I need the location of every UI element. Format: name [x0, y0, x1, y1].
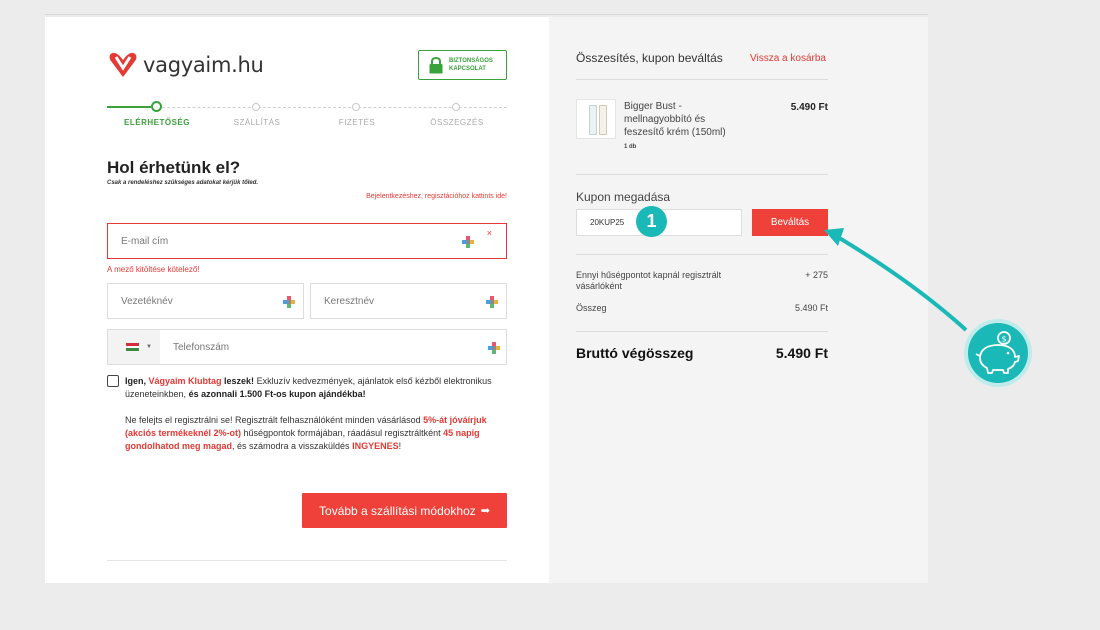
contact-panel: vagyaim.hu BIZTONSÁGOS KAPCSOLAT ELÉRHET…	[45, 17, 549, 583]
annotation-arrow-icon	[824, 228, 968, 332]
email-error-message: A mező kitöltése kötelező!	[107, 265, 200, 274]
logo[interactable]: vagyaim.hu	[107, 51, 264, 79]
svg-text:$: $	[1001, 335, 1006, 344]
lock-icon	[429, 56, 443, 73]
product-image[interactable]	[576, 99, 616, 139]
email-input[interactable]	[108, 224, 506, 258]
page-subtitle: Csak a rendeléshez szükséges adatokat ké…	[107, 180, 259, 186]
club-member-checkbox[interactable]	[107, 375, 119, 387]
divider	[576, 79, 828, 80]
step-number-badge: 1	[636, 206, 667, 237]
autofill-icon[interactable]	[488, 342, 500, 354]
firstname-input[interactable]	[311, 284, 506, 318]
phone-field: ▼	[107, 329, 507, 365]
product-price: 5.490 Ft	[790, 102, 828, 113]
page-title: Hol érhetünk el?	[107, 158, 241, 177]
error-close-icon[interactable]: ×	[487, 228, 492, 238]
continue-button-label: Tovább a szállítási módokhoz	[319, 503, 476, 518]
logo-text: vagyaim.hu	[143, 53, 264, 77]
autofill-icon[interactable]	[486, 296, 498, 308]
gross-total-label: Bruttó végösszeg	[576, 345, 694, 361]
step-label-summary[interactable]: ÖSSZEGZÉS	[430, 118, 483, 127]
country-code-select[interactable]: ▼	[108, 330, 160, 364]
hungary-flag-icon	[126, 343, 139, 352]
club-member-text: Igen, Vágyaim Klubtag leszek! Exkluzív k…	[125, 376, 492, 399]
secure-badge-line2: KAPCSOLAT	[449, 66, 486, 72]
autofill-icon[interactable]	[283, 296, 295, 308]
product-quantity: 1 db	[624, 144, 637, 150]
step-dot-summary	[452, 103, 460, 111]
subtotal-label: Összeg	[576, 303, 607, 313]
top-divider	[45, 14, 928, 15]
heart-logo-icon	[109, 52, 137, 77]
steps-track	[107, 107, 507, 108]
secure-badge-line1: BIZTONSÁGOS	[449, 58, 493, 64]
phone-input[interactable]	[108, 330, 506, 364]
loyalty-points-label: Ennyi hűségpontot kapnál regisztrált vás…	[576, 270, 722, 291]
step-label-contact[interactable]: ELÉRHETŐSÉG	[124, 118, 190, 127]
club-name: Vágyaim Klubtag	[148, 376, 222, 386]
divider	[576, 174, 828, 175]
lastname-input[interactable]	[108, 284, 303, 318]
divider	[576, 254, 828, 255]
firstname-field	[310, 283, 507, 319]
steps-track-progress	[107, 106, 151, 108]
product-name[interactable]: Bigger Bust - mellnagyobbító és feszesít…	[624, 100, 744, 139]
gross-total-value: 5.490 Ft	[775, 345, 828, 361]
step-dot-contact	[151, 101, 162, 112]
login-register-link[interactable]: Bejelentkezéshez, regisztációhoz kattint…	[366, 193, 507, 200]
piggy-bank-icon: $	[964, 319, 1032, 387]
lastname-field	[107, 283, 304, 319]
step-dot-shipping	[252, 103, 260, 111]
back-to-cart-link[interactable]: Vissza a kosárba	[750, 53, 826, 64]
secure-connection-badge: BIZTONSÁGOS KAPCSOLAT	[418, 50, 507, 80]
email-field: ×	[107, 223, 507, 259]
arrow-right-icon: ➡	[480, 505, 490, 517]
divider	[576, 331, 828, 332]
continue-to-shipping-button[interactable]: Tovább a szállítási módokhoz ➡	[302, 493, 507, 528]
redeem-coupon-button[interactable]: Beváltás	[752, 209, 828, 236]
coupon-title: Kupon megadása	[576, 190, 671, 204]
step-dot-payment	[352, 103, 360, 111]
registration-info-text: Ne felejts el regisztrálni se! Regisztrá…	[125, 415, 487, 451]
autofill-icon[interactable]	[462, 236, 474, 248]
step-label-shipping[interactable]: SZÁLLÍTÁS	[234, 118, 281, 127]
summary-title: Összesítés, kupon beváltás	[576, 51, 723, 65]
chevron-down-icon: ▼	[146, 344, 152, 350]
step-label-payment[interactable]: FIZETÉS	[339, 118, 375, 127]
bottom-divider	[107, 560, 507, 561]
